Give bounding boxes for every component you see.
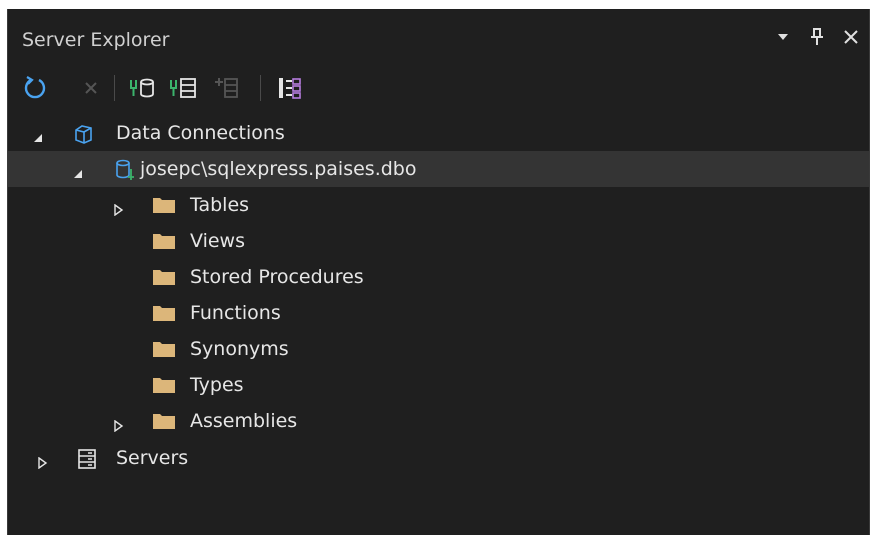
database-connection-icon — [114, 159, 136, 180]
tree-item-label: Data Connections — [116, 122, 285, 144]
title-controls — [773, 27, 861, 47]
tree-item-views[interactable]: Views — [8, 223, 869, 259]
close-panel-icon[interactable] — [841, 27, 861, 47]
toolbar-separator — [114, 75, 115, 101]
tree-item-stored-procedures[interactable]: Stored Procedures — [8, 259, 869, 295]
expanded-chevron-icon[interactable] — [72, 163, 84, 178]
connect-to-server-icon[interactable] — [168, 75, 196, 101]
collapsed-chevron-icon[interactable] — [112, 199, 124, 217]
tree-item-label: Synonyms — [190, 338, 289, 360]
toolbar — [8, 67, 869, 107]
tree-item-label: Functions — [190, 302, 281, 324]
folder-icon — [152, 303, 175, 323]
tree-item-servers[interactable]: Servers — [8, 440, 869, 476]
toolbar-separator — [260, 75, 261, 101]
folder-icon — [152, 195, 175, 215]
collapsed-chevron-icon[interactable] — [36, 452, 48, 470]
expanded-chevron-icon[interactable] — [32, 127, 44, 142]
tree-item-tables[interactable]: Tables — [8, 187, 869, 223]
pin-icon[interactable] — [807, 27, 827, 47]
tree-item-data-connections[interactable]: Data Connections — [8, 115, 869, 151]
diagram-icon[interactable] — [276, 75, 302, 101]
folder-icon — [152, 411, 175, 431]
refresh-icon[interactable] — [22, 75, 48, 101]
tree-item-label: josepc\sqlexpress.paises.dbo — [140, 158, 417, 180]
tree-item-assemblies[interactable]: Assemblies — [8, 403, 869, 439]
tree-item-label: Tables — [190, 194, 250, 216]
tree-item-label: Views — [190, 230, 245, 252]
tree-item-connection[interactable]: josepc\sqlexpress.paises.dbo — [8, 151, 869, 187]
folder-icon — [152, 375, 175, 395]
folder-icon — [152, 267, 175, 287]
panel-title: Server Explorer — [22, 29, 170, 51]
folder-icon — [152, 231, 175, 251]
tree-item-label: Servers — [116, 447, 189, 469]
servers-icon — [76, 448, 98, 469]
tree-item-types[interactable]: Types — [8, 367, 869, 403]
connect-to-database-icon[interactable] — [128, 75, 154, 101]
tree-item-synonyms[interactable]: Synonyms — [8, 331, 869, 367]
data-connections-icon — [72, 123, 94, 144]
folder-icon — [152, 339, 175, 359]
close-icon[interactable] — [78, 75, 104, 101]
collapsed-chevron-icon[interactable] — [112, 415, 124, 433]
tree-item-label: Types — [190, 374, 244, 396]
add-item-icon[interactable] — [213, 75, 239, 101]
dropdown-menu-icon[interactable] — [773, 27, 793, 47]
tree-item-functions[interactable]: Functions — [8, 295, 869, 331]
tree-item-label: Assemblies — [190, 410, 298, 432]
title-bar: Server Explorer — [8, 9, 869, 61]
tree-item-label: Stored Procedures — [190, 266, 364, 288]
server-explorer-panel: Server Explorer Data Connections josepc\… — [7, 9, 870, 535]
